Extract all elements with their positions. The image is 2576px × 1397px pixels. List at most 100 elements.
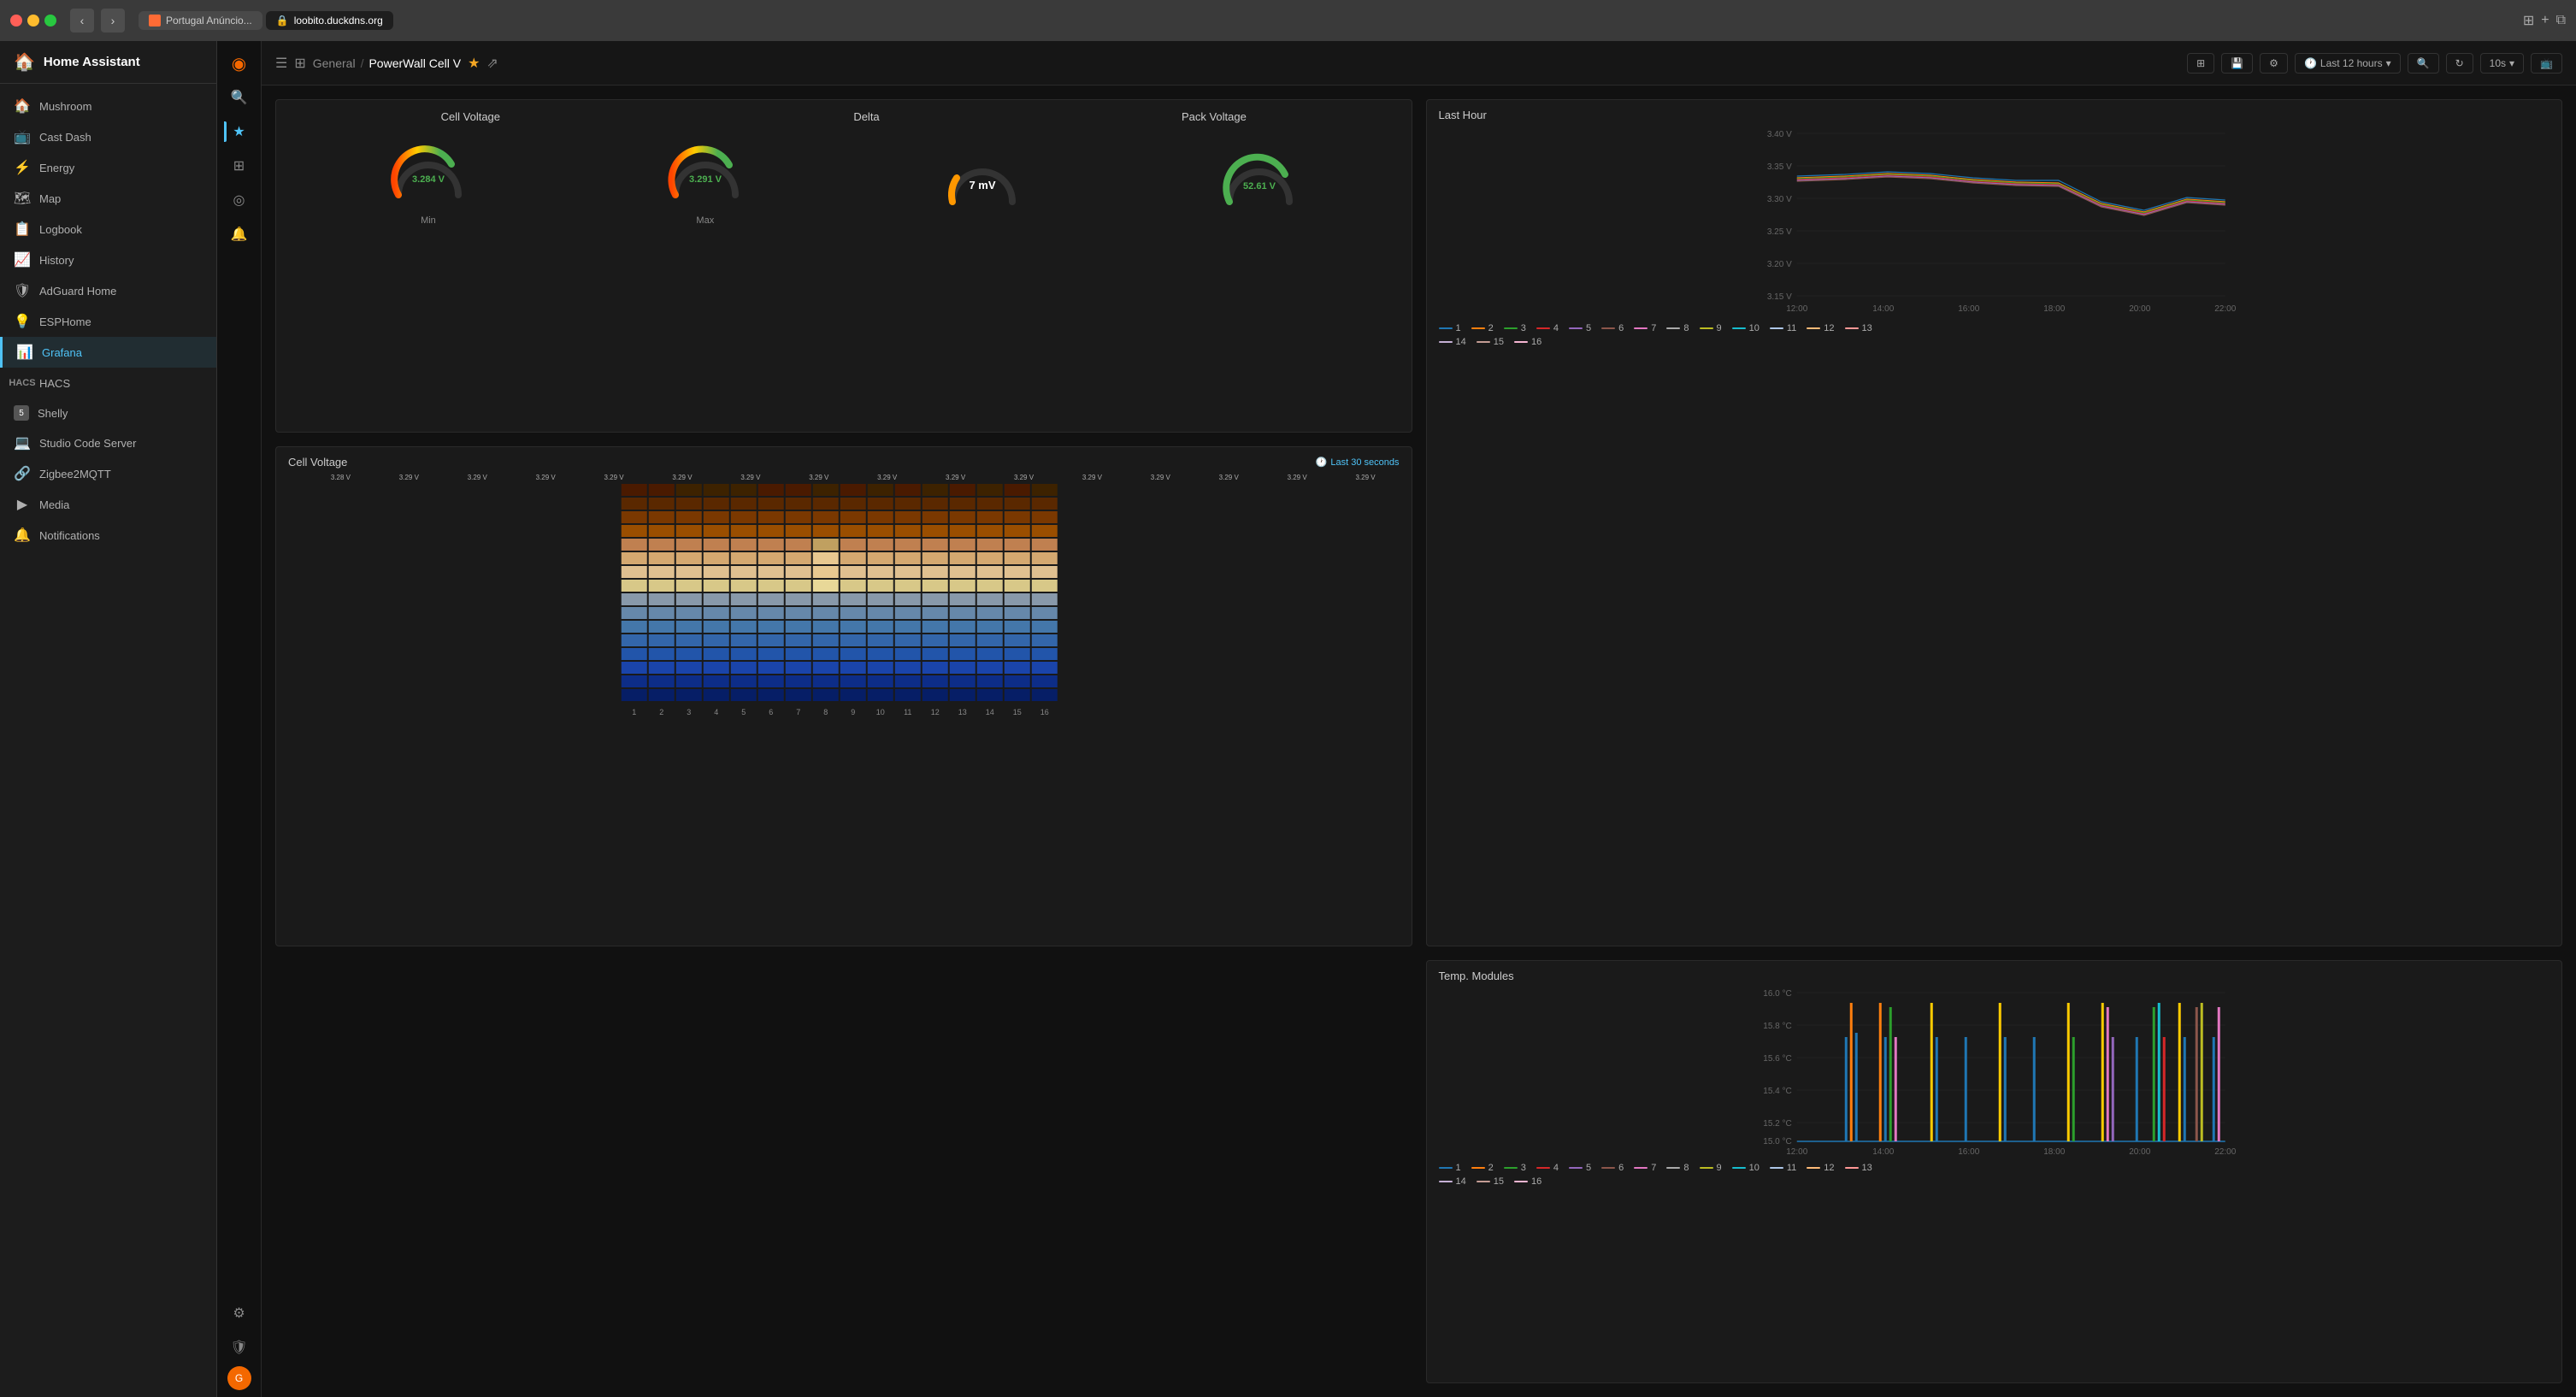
studio-icon: 💻 <box>14 434 31 451</box>
last-hour-legend: 1 2 3 4 5 6 7 8 9 10 11 12 13 <box>1427 321 2562 337</box>
sidebar-item-zigbee[interactable]: 🔗 Zigbee2MQTT <box>0 458 216 489</box>
new-tab-button[interactable]: + <box>2541 12 2549 29</box>
last-hour-title: Last Hour <box>1427 100 2562 121</box>
add-panel-button[interactable]: ⊞ <box>2187 53 2214 74</box>
alerting-icon-btn[interactable]: 🔔 <box>224 219 255 250</box>
maximize-button[interactable] <box>44 15 56 27</box>
heatmap-panel: Cell Voltage 🕐 Last 30 seconds 3.28 V 3.… <box>275 446 1412 946</box>
sidebar-item-history[interactable]: 📈 History <box>0 245 216 275</box>
grafana-user-btn[interactable]: G <box>227 1366 251 1390</box>
shield-icon-btn[interactable]: 🛡 <box>224 1332 255 1363</box>
legend-item-13: 13 <box>1845 323 1872 333</box>
forward-button[interactable]: › <box>101 9 125 32</box>
share-button[interactable]: ⇗ <box>486 55 498 72</box>
svg-text:3.291 V: 3.291 V <box>689 174 722 185</box>
traffic-lights <box>10 15 56 27</box>
refresh-icon: ↻ <box>2455 57 2464 69</box>
last-hour-chart-svg: 3.40 V 3.35 V 3.30 V 3.25 V 3.20 V 3.15 … <box>1439 125 2550 321</box>
mushroom-icon: 🏠 <box>14 97 31 115</box>
svg-text:9: 9 <box>851 708 855 716</box>
explore-icon-btn[interactable]: ◎ <box>224 185 255 215</box>
temp-legend-item-14: 14 <box>1439 1176 1466 1187</box>
legend-item-14: 14 <box>1439 337 1466 347</box>
extensions-button[interactable]: ⊞ <box>2523 12 2534 29</box>
sidebar-label-zigbee: Zigbee2MQTT <box>39 468 111 480</box>
svg-text:16:00: 16:00 <box>1958 1147 1979 1157</box>
browser-tab-1[interactable]: Portugal Anúncio... <box>139 11 262 30</box>
history-icon: 📈 <box>14 251 31 268</box>
window-button[interactable]: ⧉ <box>2556 12 2566 29</box>
sidebar-header: 🏠 Home Assistant <box>0 41 216 84</box>
dashboards-icon-btn[interactable]: ⊞ <box>224 150 255 181</box>
hacs-icon: HACS <box>14 374 31 392</box>
sidebar: 🏠 Home Assistant 🏠 Mushroom 📺 Cast Dash … <box>0 41 217 1397</box>
sidebar-item-shelly[interactable]: 5 Shelly <box>0 398 216 427</box>
sidebar-item-esphome[interactable]: 💡 ESPHome <box>0 306 216 337</box>
sidebar-toggle-button[interactable]: ☰ <box>275 55 287 72</box>
legend-item-1: 1 <box>1439 323 1461 333</box>
sidebar-item-notifications[interactable]: 🔔 Notifications <box>0 520 216 551</box>
save-icon: 💾 <box>2231 57 2243 69</box>
temp-legend-item-13: 13 <box>1845 1163 1872 1173</box>
pack-voltage-gauge-svg: 52.61 V <box>1221 142 1298 219</box>
minimize-button[interactable] <box>27 15 39 27</box>
svg-text:20:00: 20:00 <box>2129 304 2150 314</box>
temp-legend-item-9: 9 <box>1700 1163 1722 1173</box>
browser-tab-2[interactable]: 🔒 loobito.duckdns.org <box>266 11 393 30</box>
app-container: 🏠 Home Assistant 🏠 Mushroom 📺 Cast Dash … <box>0 41 2576 1397</box>
sidebar-item-map[interactable]: 🗺 Map <box>0 183 216 214</box>
legend-item-2: 2 <box>1471 323 1494 333</box>
breadcrumb-parent[interactable]: General <box>313 56 356 70</box>
legend-item-11: 11 <box>1770 323 1796 333</box>
legend-item-15: 15 <box>1477 337 1504 347</box>
sidebar-label-mushroom: Mushroom <box>39 100 91 113</box>
favorite-button[interactable]: ★ <box>468 55 480 72</box>
sidebar-label-adguard: AdGuard Home <box>39 285 116 298</box>
close-button[interactable] <box>10 15 22 27</box>
time-range-label: Last 12 hours <box>2320 57 2383 69</box>
temp-legend-item-3: 3 <box>1504 1163 1526 1173</box>
sidebar-item-studio[interactable]: 💻 Studio Code Server <box>0 427 216 458</box>
svg-text:18:00: 18:00 <box>2043 1147 2065 1157</box>
sidebar-item-hacs[interactable]: HACS HACS <box>0 368 216 398</box>
zoom-out-button[interactable]: 🔍 <box>2408 53 2439 74</box>
refresh-button[interactable]: ↻ <box>2446 53 2473 74</box>
dashboard-settings-button[interactable]: ⚙ <box>2260 53 2288 74</box>
sidebar-label-notifications: Notifications <box>39 529 100 542</box>
tab-label-1: Portugal Anúncio... <box>166 15 252 27</box>
sidebar-item-mushroom[interactable]: 🏠 Mushroom <box>0 91 216 121</box>
svg-text:15.6 °C: 15.6 °C <box>1763 1054 1791 1064</box>
svg-text:13: 13 <box>958 708 967 716</box>
adguard-icon: 🛡 <box>14 282 31 299</box>
heatmap-top-values: 3.28 V 3.29 V 3.29 V 3.29 V 3.29 V 3.29 … <box>288 474 1400 481</box>
grafana-logo-btn[interactable]: ◉ <box>224 48 255 79</box>
time-range-button[interactable]: 🕐 Last 12 hours ▾ <box>2295 53 2401 74</box>
heatmap-label: Cell Voltage <box>288 456 347 469</box>
starred-icon-btn[interactable]: ★ <box>224 116 255 147</box>
sidebar-title: Home Assistant <box>44 55 140 69</box>
search-icon-btn[interactable]: 🔍 <box>224 82 255 113</box>
gauge-panel: Cell Voltage Delta Pack Voltage <box>275 99 1412 433</box>
back-button[interactable]: ‹ <box>70 9 94 32</box>
sidebar-item-adguard[interactable]: 🛡 AdGuard Home <box>0 275 216 306</box>
sidebar-item-media[interactable]: ▶ Media <box>0 489 216 520</box>
temp-legend-2: 14 15 16 <box>1427 1176 2562 1194</box>
svg-text:2: 2 <box>659 708 663 716</box>
legend-item-7: 7 <box>1634 323 1656 333</box>
sidebar-item-grafana[interactable]: 📊 Grafana <box>0 337 216 368</box>
svg-text:12:00: 12:00 <box>1786 304 1807 314</box>
refresh-interval-button[interactable]: 10s ▾ <box>2480 53 2524 74</box>
svg-text:12: 12 <box>931 708 940 716</box>
dashboard: Cell Voltage Delta Pack Voltage <box>262 85 2576 1397</box>
config-icon-btn[interactable]: ⚙ <box>224 1298 255 1329</box>
svg-text:16:00: 16:00 <box>1958 304 1979 314</box>
sidebar-item-logbook[interactable]: 📋 Logbook <box>0 214 216 245</box>
sidebar-item-energy[interactable]: ⚡ Energy <box>0 152 216 183</box>
sidebar-item-cast-dash[interactable]: 📺 Cast Dash <box>0 121 216 152</box>
tv-mode-button[interactable]: 📺 <box>2531 53 2562 74</box>
svg-text:3.30 V: 3.30 V <box>1766 195 1791 204</box>
svg-text:3: 3 <box>687 708 691 716</box>
save-dashboard-button[interactable]: 💾 <box>2221 53 2253 74</box>
sidebar-label-history: History <box>39 254 74 267</box>
temp-legend-1: 1 2 3 4 5 6 7 8 9 10 11 12 13 <box>1427 1161 2562 1176</box>
